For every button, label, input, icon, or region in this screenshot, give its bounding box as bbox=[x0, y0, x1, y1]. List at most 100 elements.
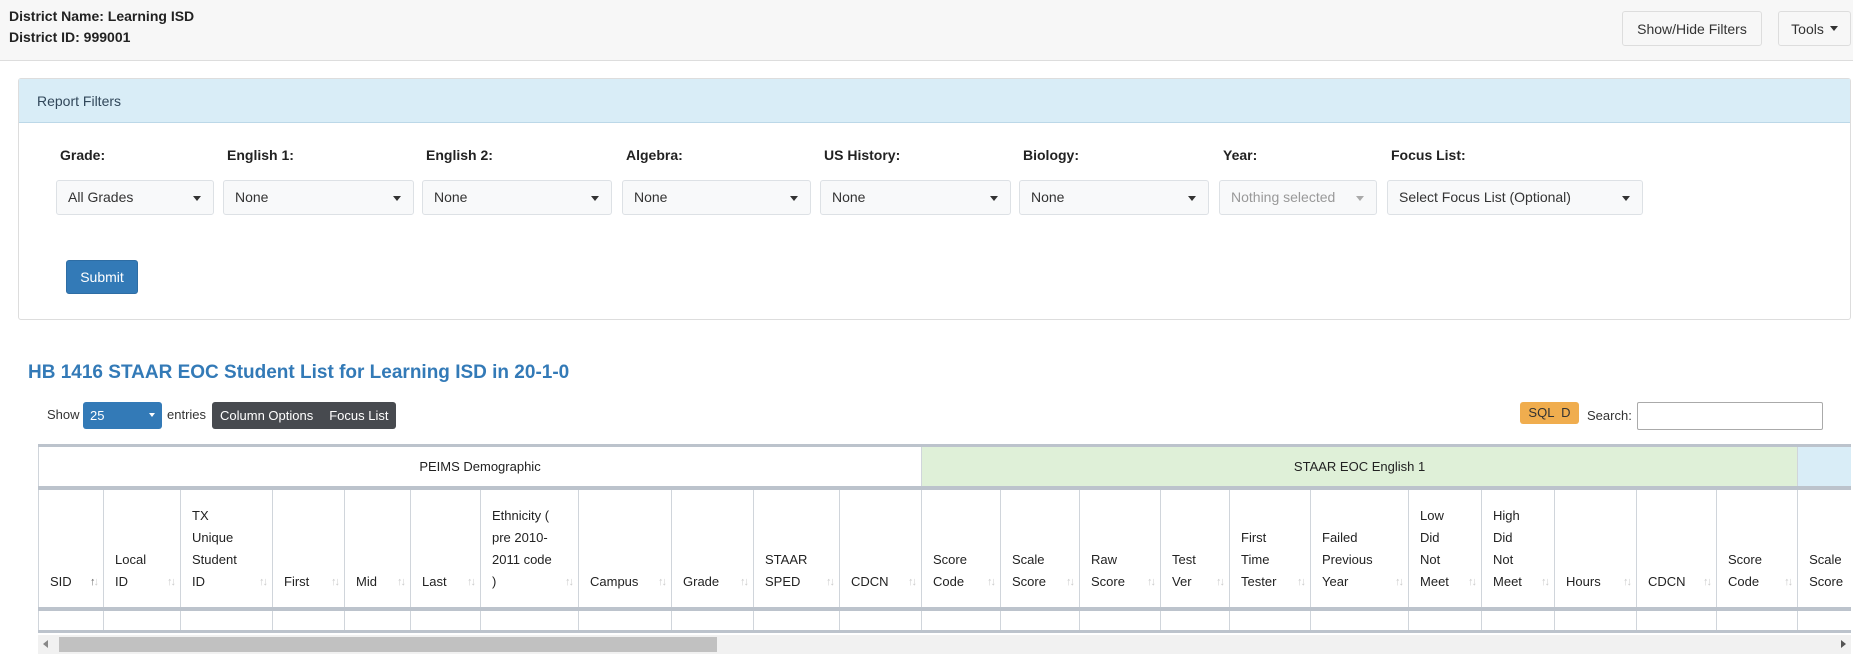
focus-list-button[interactable]: Focus List bbox=[321, 402, 396, 429]
sort-icon[interactable]: ↑↓ bbox=[167, 571, 176, 593]
column-header-label: Scale Score bbox=[1012, 552, 1046, 589]
table-cell bbox=[410, 609, 481, 633]
filter-select[interactable]: None bbox=[1019, 180, 1209, 215]
sort-icon[interactable]: ↑↓ bbox=[1623, 571, 1632, 593]
sort-icon[interactable]: ↑↓ bbox=[740, 571, 749, 593]
scroll-left-icon[interactable] bbox=[43, 640, 48, 648]
top-bar: District Name: Learning ISD District ID:… bbox=[0, 0, 1853, 61]
column-header[interactable]: Scale Score ↑↓ bbox=[1000, 488, 1080, 611]
column-options-button[interactable]: Column Options bbox=[212, 402, 321, 429]
column-header[interactable]: First ↑↓ bbox=[272, 488, 345, 611]
sort-icon[interactable]: ↑↓ bbox=[565, 571, 574, 593]
sort-icon[interactable]: ↑↓ bbox=[1216, 571, 1225, 593]
sort-icon[interactable]: ↑↓ bbox=[1147, 571, 1156, 593]
table-cell bbox=[1481, 609, 1555, 633]
panel-title: Report Filters bbox=[19, 79, 1850, 123]
sort-icon[interactable]: ↑↓ bbox=[1541, 571, 1550, 593]
filter-label: Year: bbox=[1223, 147, 1258, 163]
column-header[interactable]: Low Did Not Meet ↑↓ bbox=[1408, 488, 1482, 611]
column-header[interactable]: Campus ↑↓ bbox=[578, 488, 672, 611]
district-name: District Name: Learning ISD bbox=[9, 8, 195, 24]
filter-select[interactable]: None bbox=[422, 180, 612, 215]
filter-value: All Grades bbox=[68, 189, 134, 205]
filter-select[interactable]: All Grades bbox=[56, 180, 214, 215]
sort-icon[interactable]: ↑↓ bbox=[331, 571, 340, 593]
filter-label: English 2: bbox=[426, 147, 493, 163]
filter-select[interactable]: Nothing selected bbox=[1219, 180, 1377, 215]
scroll-right-icon[interactable] bbox=[1841, 640, 1846, 648]
column-header[interactable]: Ethnicity ( pre 2010- 2011 code ) ↑↓ bbox=[480, 488, 579, 611]
caret-down-icon bbox=[1829, 26, 1838, 31]
table-cell bbox=[1636, 609, 1717, 633]
table-cell bbox=[1310, 609, 1409, 633]
column-header[interactable]: High Did Not Meet ↑↓ bbox=[1481, 488, 1555, 611]
table-cell bbox=[272, 609, 345, 633]
sort-icon[interactable]: ↑↓ bbox=[467, 571, 476, 593]
sort-icon[interactable]: ↑↓ bbox=[90, 571, 99, 593]
student-table: PEIMS Demographic STAAR EOC English 1 SID ↑… bbox=[38, 447, 1851, 633]
sort-icon[interactable]: ↑↓ bbox=[1066, 571, 1075, 593]
scrollbar-thumb[interactable] bbox=[59, 637, 717, 652]
column-group-header bbox=[1797, 447, 1851, 490]
column-header-label: Score Code bbox=[1728, 552, 1762, 589]
sort-icon[interactable]: ↑↓ bbox=[1703, 571, 1712, 593]
column-header-label: Grade bbox=[683, 574, 720, 589]
column-header-label: Local ID bbox=[115, 552, 147, 589]
column-header[interactable]: Test Ver ↑↓ bbox=[1160, 488, 1230, 611]
sort-icon[interactable]: ↑↓ bbox=[826, 571, 835, 593]
filter-value: None bbox=[832, 189, 866, 205]
table-cell bbox=[38, 609, 104, 633]
column-header-label: First Time Tester bbox=[1241, 530, 1277, 589]
column-header[interactable]: Grade ↑↓ bbox=[671, 488, 754, 611]
show-label: Show bbox=[47, 407, 80, 422]
sort-icon[interactable]: ↑↓ bbox=[1297, 571, 1306, 593]
filter-label: US History: bbox=[824, 147, 901, 163]
filter-select[interactable]: None bbox=[223, 180, 414, 215]
column-header[interactable]: CDCN ↑↓ bbox=[1636, 488, 1717, 611]
tools-label: Tools bbox=[1791, 20, 1824, 37]
column-header[interactable]: Last ↑↓ bbox=[410, 488, 481, 611]
entries-select[interactable]: 25 bbox=[83, 402, 162, 429]
sort-icon[interactable]: ↑↓ bbox=[987, 571, 996, 593]
column-header[interactable]: Scale Score↑↓ bbox=[1797, 488, 1851, 611]
sort-icon[interactable]: ↑↓ bbox=[658, 571, 667, 593]
filter-value: Select Focus List (Optional) bbox=[1399, 189, 1571, 205]
tools-dropdown-button[interactable]: Tools bbox=[1778, 11, 1851, 46]
table-cell bbox=[578, 609, 672, 633]
table-cell bbox=[344, 609, 411, 633]
filter-label: Focus List: bbox=[1391, 147, 1466, 163]
sort-icon[interactable]: ↑↓ bbox=[1395, 571, 1404, 593]
filter-select[interactable]: Select Focus List (Optional) bbox=[1387, 180, 1643, 215]
show-hide-filters-button[interactable]: Show/Hide Filters bbox=[1622, 11, 1762, 46]
table-cell bbox=[921, 609, 1001, 633]
horizontal-scrollbar[interactable] bbox=[38, 635, 1851, 654]
column-header[interactable]: Mid ↑↓ bbox=[344, 488, 411, 611]
column-header[interactable]: STAAR SPED ↑↓ bbox=[753, 488, 840, 611]
filter-value: Nothing selected bbox=[1231, 189, 1336, 205]
sql-d-button[interactable]: SQL D bbox=[1520, 402, 1579, 424]
search-input[interactable] bbox=[1637, 402, 1823, 430]
column-header[interactable]: Failed Previous Year ↑↓ bbox=[1310, 488, 1409, 611]
column-header[interactable]: TX Unique Student ID ↑↓ bbox=[180, 488, 273, 611]
column-header[interactable]: Score Code ↑↓ bbox=[1716, 488, 1798, 611]
sort-icon[interactable]: ↑↓ bbox=[1784, 571, 1793, 593]
column-header[interactable]: Hours ↑↓ bbox=[1554, 488, 1637, 611]
sort-icon[interactable]: ↑↓ bbox=[1468, 571, 1477, 593]
show-hide-filters-label: Show/Hide Filters bbox=[1637, 20, 1747, 37]
sort-icon[interactable]: ↑↓ bbox=[397, 571, 406, 593]
sort-icon[interactable]: ↑↓ bbox=[908, 571, 917, 593]
column-header[interactable]: CDCN ↑↓ bbox=[838, 488, 922, 611]
submit-button[interactable]: Submit bbox=[66, 260, 138, 294]
column-header[interactable]: Raw Score ↑↓ bbox=[1079, 488, 1161, 611]
column-header[interactable]: SID ↑↓ bbox=[38, 488, 104, 611]
column-header[interactable]: Local ID ↑↓ bbox=[103, 488, 181, 611]
table-cell bbox=[838, 609, 922, 633]
column-header-label: Campus bbox=[590, 574, 639, 589]
sort-icon[interactable]: ↑↓ bbox=[259, 571, 268, 593]
caret-down-icon bbox=[393, 196, 401, 201]
filter-select[interactable]: None bbox=[820, 180, 1011, 215]
column-header[interactable]: First Time Tester ↑↓ bbox=[1229, 488, 1311, 611]
filter-select[interactable]: None bbox=[622, 180, 811, 215]
table-cell bbox=[1554, 609, 1637, 633]
column-header[interactable]: Score Code ↑↓ bbox=[921, 488, 1001, 611]
